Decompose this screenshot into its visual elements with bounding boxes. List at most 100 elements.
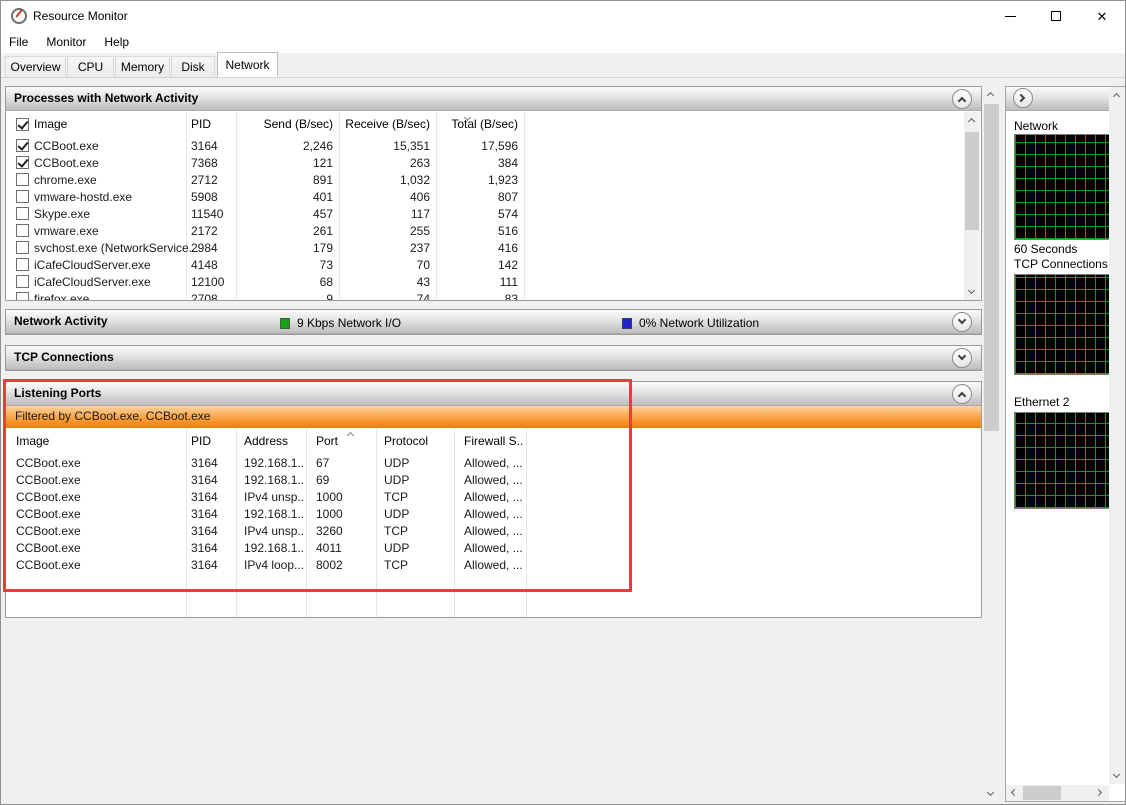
chevron-down-icon xyxy=(987,789,994,796)
listening-row[interactable]: CCBoot.exe3164IPv4 unsp...3260TCPAllowed… xyxy=(6,523,981,540)
scroll-down-arrow[interactable] xyxy=(1109,768,1125,784)
listening-row[interactable]: CCBoot.exe3164IPv4 loop...8002TCPAllowed… xyxy=(6,557,981,574)
maximize-button[interactable] xyxy=(1033,1,1079,31)
cell-pid: 3164 xyxy=(191,489,235,506)
menu-monitor[interactable]: Monitor xyxy=(46,32,96,52)
col-pid[interactable]: PID xyxy=(191,429,235,454)
cell-pid: 3164 xyxy=(191,138,235,155)
tab-overview[interactable]: Overview xyxy=(5,56,66,77)
scroll-down-arrow[interactable] xyxy=(983,786,999,802)
col-receive[interactable]: Receive (B/sec) xyxy=(341,112,430,137)
tab-memory[interactable]: Memory xyxy=(115,56,170,77)
cell-send: 9 xyxy=(238,291,333,300)
cell-port: 3260 xyxy=(316,523,374,540)
network-graph xyxy=(1014,134,1111,240)
filter-bar: Filtered by CCBoot.exe, CCBoot.exe xyxy=(6,406,981,428)
tcp-connections-header: TCP Connections xyxy=(6,346,981,370)
chevron-down-icon xyxy=(1113,771,1120,778)
process-checkbox[interactable] xyxy=(16,241,29,254)
network-activity-expand-button[interactable] xyxy=(952,312,972,332)
listening-row[interactable]: CCBoot.exe3164192.168.1...1000UDPAllowed… xyxy=(6,506,981,523)
cell-receive: 263 xyxy=(341,155,430,172)
col-send[interactable]: Send (B/sec) xyxy=(238,112,333,137)
process-row[interactable]: Skype.exe11540457117574 xyxy=(6,206,981,223)
menu-file[interactable]: File xyxy=(9,32,38,52)
listening-row[interactable]: CCBoot.exe3164192.168.1...4011UDPAllowed… xyxy=(6,540,981,557)
network-io-label: 9 Kbps Network I/O xyxy=(297,316,401,330)
col-port[interactable]: Port xyxy=(316,429,374,454)
scrollbar-thumb[interactable] xyxy=(984,104,999,431)
minimize-button[interactable] xyxy=(987,1,1033,31)
process-row[interactable]: vmware.exe2172261255516 xyxy=(6,223,981,240)
process-row[interactable]: chrome.exe27128911,0321,923 xyxy=(6,172,981,189)
network-activity-title: Network Activity xyxy=(14,314,108,328)
listening-table-header: Image PID Address Port Protocol Firewall… xyxy=(6,429,981,454)
select-all-checkbox[interactable] xyxy=(16,118,29,131)
scroll-down-arrow[interactable] xyxy=(964,284,980,300)
col-pid[interactable]: PID xyxy=(191,112,235,137)
processes-panel-title: Processes with Network Activity xyxy=(14,91,198,105)
listening-ports-collapse-button[interactable] xyxy=(952,384,972,404)
cell-total: 574 xyxy=(438,206,518,223)
sidebar-horizontal-scrollbar[interactable] xyxy=(1006,785,1109,801)
scrollbar-thumb[interactable] xyxy=(1023,786,1061,800)
tab-disk[interactable]: Disk xyxy=(171,56,215,77)
cell-address: 192.168.1... xyxy=(244,455,305,472)
tab-cpu[interactable]: CPU xyxy=(67,56,114,77)
processes-scrollbar[interactable] xyxy=(964,112,980,300)
scroll-up-arrow[interactable] xyxy=(1109,87,1125,103)
process-checkbox[interactable] xyxy=(16,190,29,203)
scroll-right-arrow[interactable] xyxy=(1093,785,1109,801)
process-checkbox[interactable] xyxy=(16,224,29,237)
scrollbar-thumb[interactable] xyxy=(965,132,979,230)
process-row[interactable]: CCBoot.exe31642,24615,35117,596 xyxy=(6,138,981,155)
process-row[interactable]: svchost.exe (NetworkService...2984179237… xyxy=(6,240,981,257)
process-row[interactable]: firefox.exe270897483 xyxy=(6,291,981,300)
processes-panel: Processes with Network Activity Image PI… xyxy=(5,86,982,301)
col-image[interactable]: Image xyxy=(16,429,184,454)
cell-receive: 117 xyxy=(341,206,430,223)
listening-row[interactable]: CCBoot.exe3164IPv4 unsp...1000TCPAllowed… xyxy=(6,489,981,506)
process-checkbox[interactable] xyxy=(16,156,29,169)
cell-image: CCBoot.exe xyxy=(16,489,184,506)
process-checkbox[interactable] xyxy=(16,207,29,220)
col-address[interactable]: Address xyxy=(244,429,305,454)
col-total[interactable]: Total (B/sec) xyxy=(438,112,518,137)
process-checkbox[interactable] xyxy=(16,292,29,300)
process-checkbox[interactable] xyxy=(16,173,29,186)
scroll-up-arrow[interactable] xyxy=(964,112,980,128)
sidebar-collapse-button[interactable] xyxy=(1013,88,1033,108)
col-protocol[interactable]: Protocol xyxy=(384,429,452,454)
cell-pid: 3164 xyxy=(191,455,235,472)
processes-collapse-button[interactable] xyxy=(952,89,972,109)
cell-firewall: Allowed, ... xyxy=(464,540,524,557)
cell-send: 261 xyxy=(238,223,333,240)
cell-send: 68 xyxy=(238,274,333,291)
cell-protocol: UDP xyxy=(384,472,452,489)
chevron-up-icon xyxy=(968,118,975,125)
menu-help[interactable]: Help xyxy=(104,32,139,52)
process-row[interactable]: vmware-hostd.exe5908401406807 xyxy=(6,189,981,206)
main-scrollbar[interactable] xyxy=(983,86,1000,802)
cell-pid: 2708 xyxy=(191,291,235,300)
process-row[interactable]: iCafeCloudServer.exe41487370142 xyxy=(6,257,981,274)
listening-ports-title: Listening Ports xyxy=(14,386,101,400)
sidebar-header xyxy=(1006,87,1109,111)
col-firewall[interactable]: Firewall S... xyxy=(464,429,524,454)
tab-network[interactable]: Network xyxy=(217,52,278,77)
process-row[interactable]: CCBoot.exe7368121263384 xyxy=(6,155,981,172)
scroll-up-arrow[interactable] xyxy=(983,86,999,102)
cell-port: 8002 xyxy=(316,557,374,574)
process-checkbox[interactable] xyxy=(16,275,29,288)
listening-row[interactable]: CCBoot.exe3164192.168.1...67UDPAllowed, … xyxy=(6,455,981,472)
process-checkbox[interactable] xyxy=(16,139,29,152)
process-row[interactable]: iCafeCloudServer.exe121006843111 xyxy=(6,274,981,291)
process-checkbox[interactable] xyxy=(16,258,29,271)
scroll-left-arrow[interactable] xyxy=(1006,785,1022,801)
sidebar-vertical-scrollbar[interactable] xyxy=(1109,87,1125,784)
listening-ports-panel: Listening Ports Filtered by CCBoot.exe, … xyxy=(5,381,982,618)
tcp-connections-expand-button[interactable] xyxy=(952,348,972,368)
listening-row[interactable]: CCBoot.exe3164192.168.1...69UDPAllowed, … xyxy=(6,472,981,489)
close-button[interactable]: ✕ xyxy=(1079,1,1125,31)
cell-pid: 3164 xyxy=(191,557,235,574)
